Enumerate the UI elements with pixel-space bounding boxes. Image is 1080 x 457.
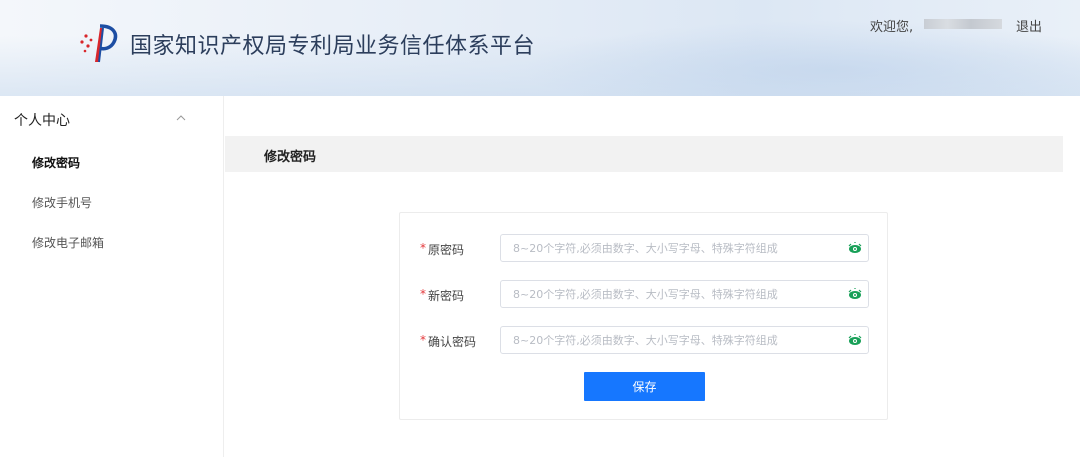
required-mark: * [420, 287, 426, 301]
header: 国家知识产权局专利局业务信任体系平台 欢迎您, 退出 [0, 0, 1080, 96]
old-password-label: 原密码 [428, 243, 465, 257]
sidebar-group-personal-center[interactable]: 个人中心 [14, 110, 70, 130]
cnipa-logo-icon [80, 24, 118, 63]
page-title: 修改密码 [264, 150, 317, 165]
new-password-input[interactable] [501, 281, 841, 307]
header-background-cloud [520, 20, 1080, 96]
confirm-password-input[interactable] [501, 327, 841, 353]
sidebar-item-change-phone[interactable]: 修改手机号 [32, 194, 92, 211]
sidebar: 个人中心 修改密码 修改手机号 修改电子邮箱 [0, 96, 224, 457]
old-password-field-wrapper [500, 234, 869, 262]
required-mark: * [420, 241, 426, 255]
confirm-password-label: 确认密码 [428, 335, 477, 349]
required-mark: * [420, 333, 426, 347]
new-password-label: 新密码 [428, 289, 465, 303]
new-password-field-wrapper [500, 280, 869, 308]
eye-icon[interactable] [848, 334, 862, 346]
site-title: 国家知识产权局专利局业务信任体系平台 [130, 34, 536, 59]
save-button[interactable]: 保存 [584, 372, 705, 401]
form-row-old-password: * 原密码 [400, 234, 889, 262]
eye-icon[interactable] [848, 288, 862, 300]
username-redacted [924, 19, 1002, 29]
old-password-input[interactable] [501, 235, 841, 261]
sidebar-item-change-email[interactable]: 修改电子邮箱 [32, 234, 104, 251]
chevron-up-icon[interactable] [176, 114, 186, 122]
change-password-form: * 原密码 * 新密码 * 确认密码 保存 [399, 212, 888, 420]
form-row-confirm-password: * 确认密码 [400, 326, 889, 354]
welcome-text: 欢迎您, [870, 20, 914, 35]
sidebar-item-change-password[interactable]: 修改密码 [32, 154, 80, 171]
eye-icon[interactable] [848, 242, 862, 254]
logout-link[interactable]: 退出 [1016, 16, 1042, 35]
form-row-new-password: * 新密码 [400, 280, 889, 308]
section-header: 修改密码 [225, 136, 1063, 172]
confirm-password-field-wrapper [500, 326, 869, 354]
